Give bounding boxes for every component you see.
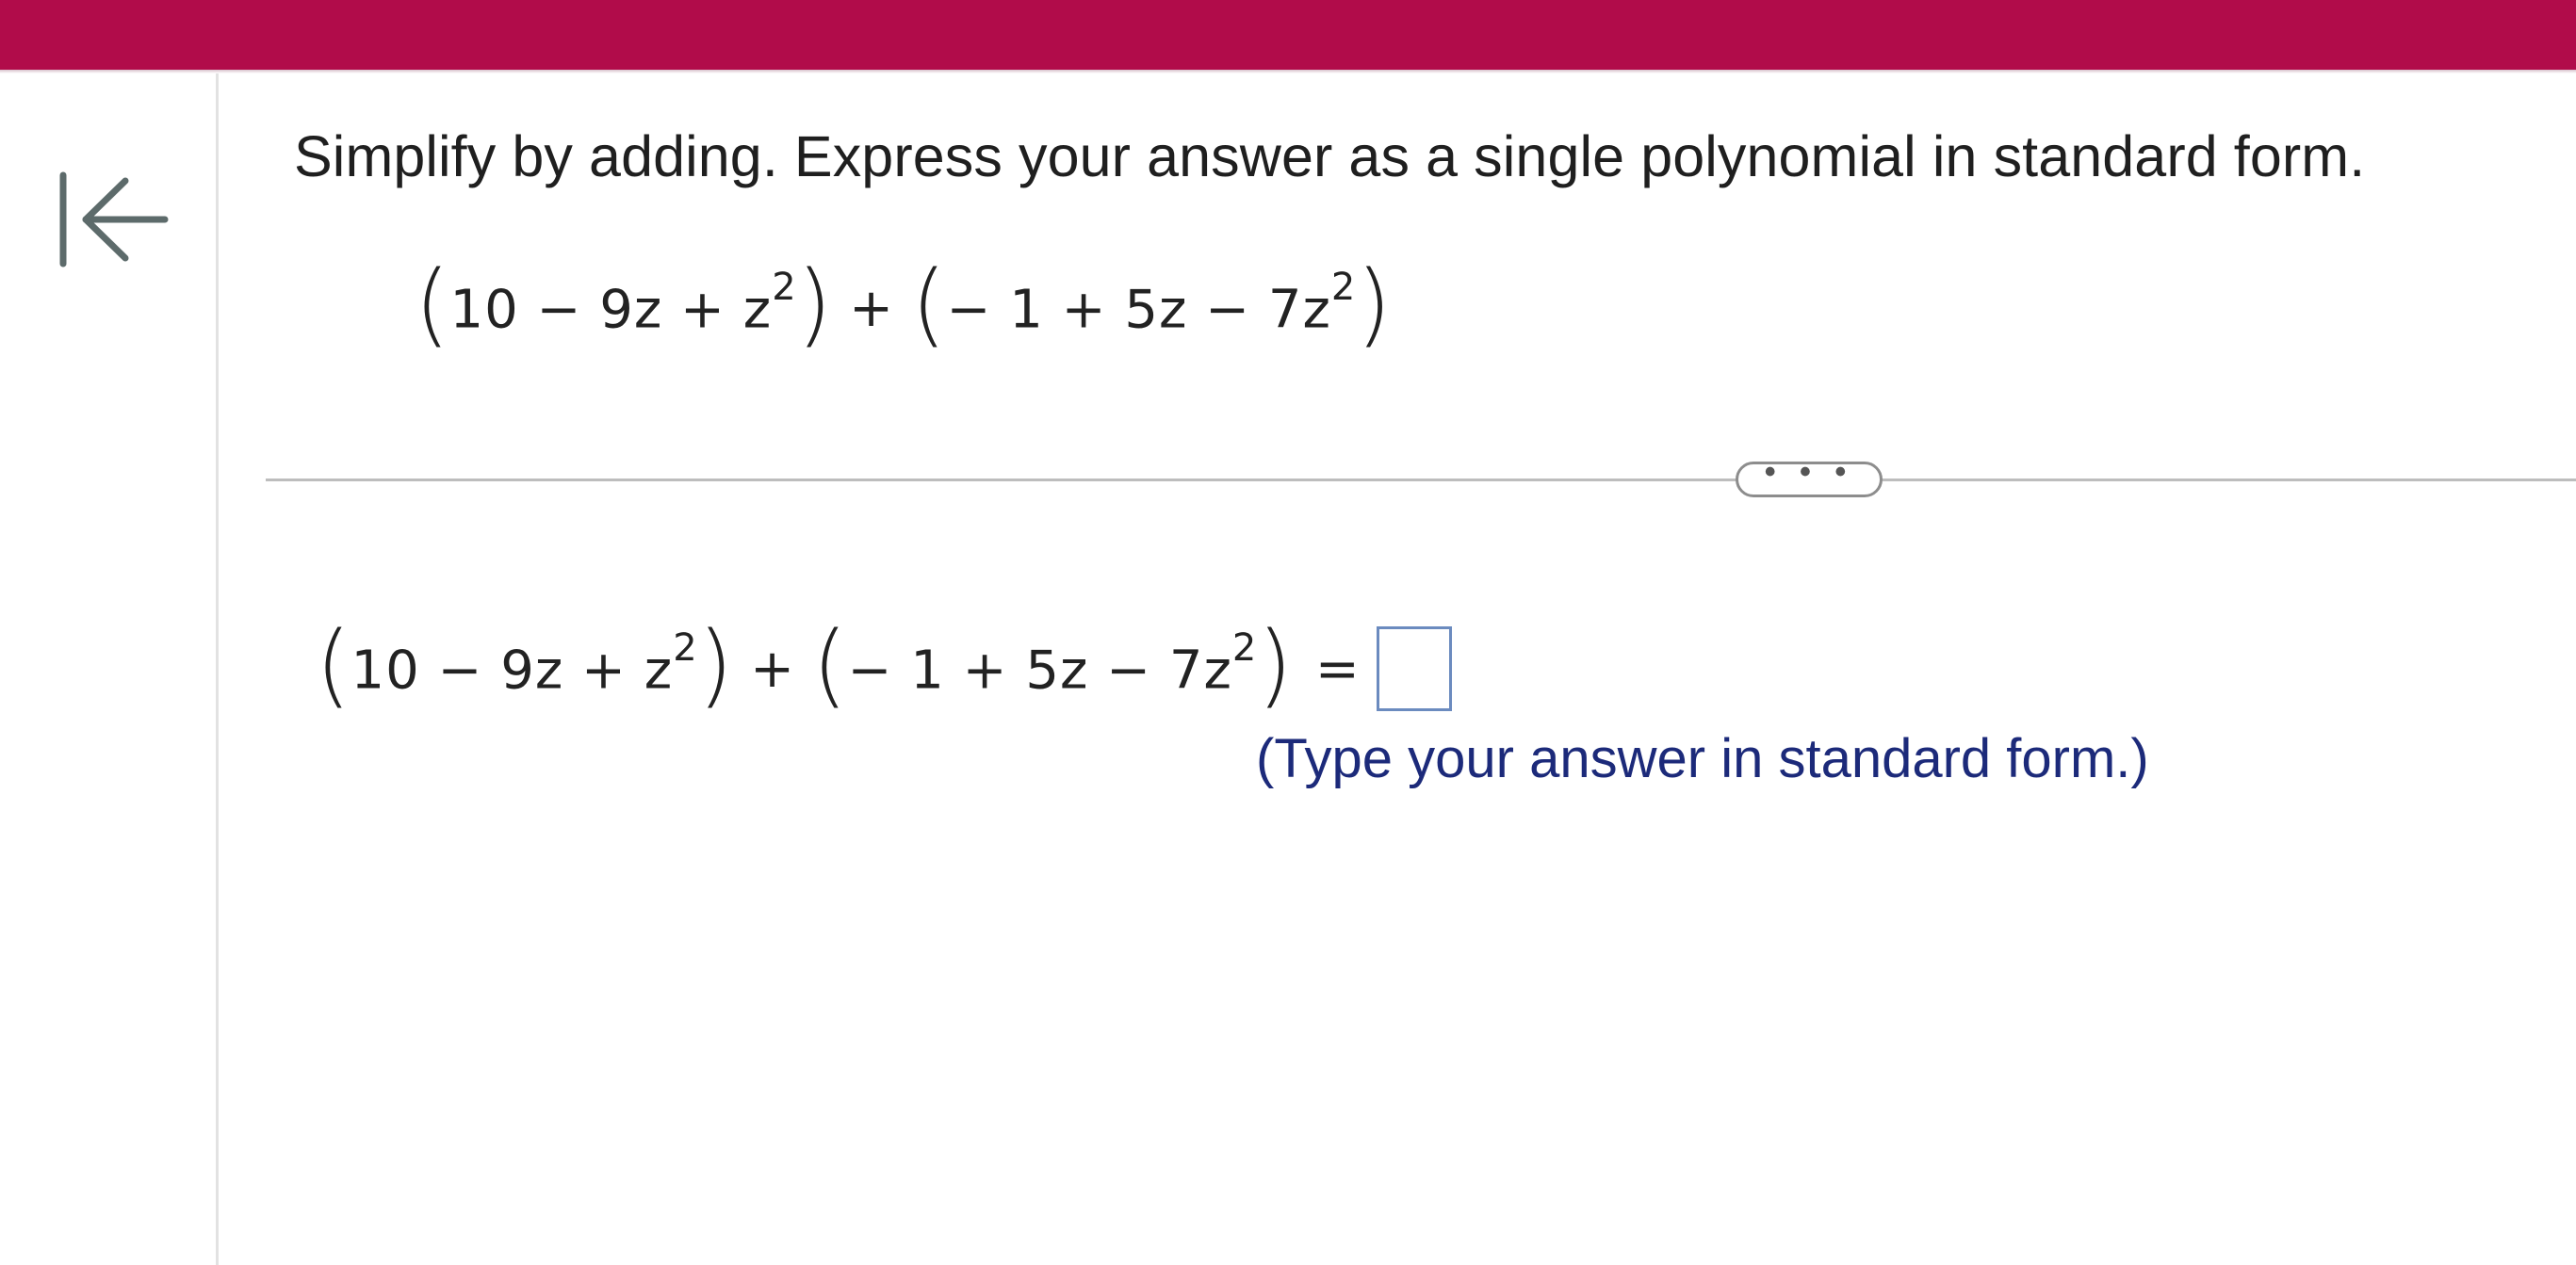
second-polynomial: − 1 + 5z − 7z2 xyxy=(847,626,1257,702)
more-options-button[interactable]: • • • xyxy=(1736,454,1883,497)
first-exponent: 2 xyxy=(772,266,797,310)
close-paren: ) xyxy=(1257,612,1293,718)
first-polynomial-terms: 10 − 9z + z xyxy=(449,279,773,341)
plus-sign: + xyxy=(849,277,895,339)
close-paren: ) xyxy=(796,251,833,357)
answer-expression: ( 10 − 9z + z2 ) + ( − 1 + 5z − 7z2 ) = xyxy=(316,617,1452,721)
close-paren: ) xyxy=(1356,251,1392,357)
first-exponent: 2 xyxy=(673,626,698,671)
first-polynomial: 10 − 9z + z2 xyxy=(351,626,697,702)
open-paren: ( xyxy=(316,612,351,718)
plus-sign: + xyxy=(750,638,796,700)
question-expression: ( 10 − 9z + z2 ) + ( − 1 + 5z − 7z2 ) xyxy=(415,256,1392,360)
question-instruction: Simplify by adding. Express your answer … xyxy=(294,124,2366,188)
open-paren: ( xyxy=(812,612,848,718)
open-paren: ( xyxy=(911,251,947,357)
collapse-left-button[interactable] xyxy=(52,168,174,271)
second-polynomial: − 1 + 5z − 7z2 xyxy=(946,266,1356,341)
first-polynomial: 10 − 9z + z2 xyxy=(449,266,796,341)
first-polynomial-terms: 10 − 9z + z xyxy=(351,640,674,702)
second-polynomial-terms: − 1 + 5z − 7z xyxy=(847,640,1232,702)
open-paren: ( xyxy=(415,251,450,357)
collapse-left-icon xyxy=(59,171,169,268)
close-paren: ) xyxy=(697,612,734,718)
more-dots: • • • xyxy=(1764,453,1854,490)
second-polynomial-terms: − 1 + 5z − 7z xyxy=(946,279,1331,341)
answer-input[interactable] xyxy=(1376,626,1452,711)
second-exponent: 2 xyxy=(1231,626,1258,671)
equals-sign: = xyxy=(1314,638,1360,700)
top-bar xyxy=(0,0,2576,70)
answer-hint: (Type your answer in standard form.) xyxy=(1256,728,2149,789)
second-exponent: 2 xyxy=(1330,266,1357,310)
top-bar-shadow xyxy=(0,70,2576,73)
section-divider xyxy=(266,478,2576,481)
